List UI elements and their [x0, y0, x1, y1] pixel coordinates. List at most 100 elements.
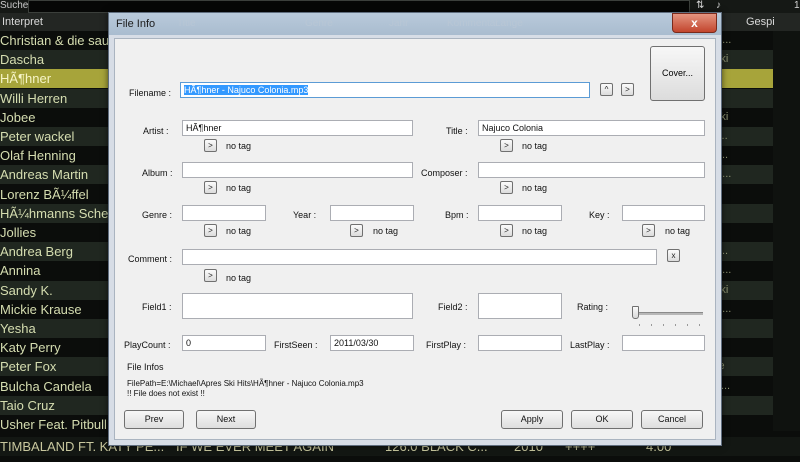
bpm-field[interactable] — [478, 205, 562, 221]
playcount-field[interactable]: 0 — [182, 335, 266, 351]
composer-label: Composer : — [421, 168, 468, 178]
dialog-title: File Info — [116, 18, 156, 30]
column-plays-header[interactable]: Gespi — [746, 13, 775, 31]
close-button[interactable]: x — [672, 13, 717, 33]
album-field[interactable] — [182, 162, 413, 178]
field2-field[interactable] — [478, 293, 562, 319]
album-tag-button[interactable]: > — [204, 181, 217, 194]
rating-tick — [651, 324, 652, 326]
comment-tag-status: no tag — [226, 273, 252, 283]
composer-tag-status: no tag — [522, 183, 548, 193]
right-column-cell: Ski — [713, 281, 773, 300]
right-column-cell: n ... — [713, 168, 732, 181]
year-tag-button[interactable]: > — [350, 224, 363, 237]
chevron-up-icon: ^ — [604, 85, 609, 94]
file-missing-text: !! File does not exist !! — [127, 389, 205, 398]
title-field[interactable]: Najuco Colonia — [478, 120, 705, 136]
rating-slider-track[interactable] — [635, 312, 703, 315]
right-column-cell: ife — [713, 357, 773, 376]
right-column-cell: Ski — [713, 50, 773, 69]
right-column-cell: ... — [713, 338, 773, 357]
artist-name: Annina — [0, 263, 41, 279]
album-tag-status: no tag — [226, 183, 252, 193]
filename-up-button[interactable]: ^ — [600, 83, 613, 96]
bpm-label: Bpm : — [445, 210, 469, 220]
artist-name: Usher Feat. Pitbull — [0, 417, 107, 432]
artist-name: Willi Herren — [0, 90, 68, 106]
rating-tick — [639, 324, 640, 326]
artist-name: HÃ¼hmanns Schen — [0, 205, 108, 221]
rating-tick — [675, 324, 676, 326]
rating-tick — [687, 324, 688, 326]
key-field[interactable] — [622, 205, 705, 221]
clear-icon: x — [671, 251, 676, 260]
composer-tag-button[interactable]: > — [500, 181, 513, 194]
key-tag-status: no tag — [665, 226, 691, 236]
list-scroll-region — [773, 31, 800, 431]
lastplay-field[interactable] — [622, 335, 705, 351]
comment-clear-button[interactable]: x — [667, 249, 680, 262]
genre-tag-status: no tag — [226, 226, 252, 236]
ghost-header-title: Title — [177, 18, 196, 29]
comment-field[interactable] — [182, 249, 657, 265]
album-label: Album : — [142, 168, 173, 178]
title-tag-button[interactable]: > — [500, 139, 513, 152]
artist-name: Sandy K. — [0, 282, 53, 298]
artist-name: Mickie Krause — [0, 301, 82, 317]
right-column-cell: n ... — [713, 34, 732, 46]
artist-field[interactable]: HÃ¶hner — [182, 120, 413, 136]
firstplay-field[interactable] — [478, 335, 562, 351]
column-artist-header[interactable]: Interpret — [2, 13, 43, 31]
bpm-tag-button[interactable]: > — [500, 224, 513, 237]
close-icon: x — [691, 16, 698, 30]
artist-name: Christian & die saub — [0, 33, 108, 48]
artist-name: Jobee — [0, 109, 36, 125]
artist-name: Andrea Berg — [0, 244, 73, 260]
field1-field[interactable] — [182, 293, 413, 319]
filename-label: Filename : — [129, 88, 172, 98]
genre-field[interactable] — [182, 205, 266, 221]
cancel-button[interactable]: Cancel — [641, 410, 703, 429]
dialog-titlebar[interactable]: File Info Title Genre Jahr Kommentar Län… — [109, 13, 721, 35]
filename-value: HÃ¶hner - Najuco Colonia.mp3 — [184, 85, 309, 95]
artist-name: HÃ¶hner — [0, 71, 52, 87]
artist-tag-status: no tag — [226, 141, 252, 151]
filename-field[interactable]: HÃ¶hner - Najuco Colonia.mp3 — [180, 82, 590, 98]
ok-button[interactable]: OK — [571, 410, 633, 429]
artist-name: Peter wackel — [0, 129, 75, 144]
ghost-header-genre: Jahr — [389, 18, 409, 29]
right-column-cell: P... — [713, 242, 773, 261]
playcount-label: PlayCount : — [124, 340, 171, 350]
file-infos-heading: File Infos — [127, 362, 164, 372]
artist-name: Katy Perry — [0, 340, 61, 356]
right-column-cell: c... — [713, 127, 773, 146]
title-label: Title : — [446, 126, 468, 136]
artist-name: Bulcha Candela — [0, 378, 92, 394]
next-button[interactable]: Next — [196, 410, 256, 429]
field2-label: Field2 : — [438, 302, 468, 312]
sort-arrows-icon[interactable]: ⇅ — [696, 0, 704, 12]
artist-tag-button[interactable]: > — [204, 139, 217, 152]
chevron-right-icon: > — [625, 85, 630, 94]
apply-button[interactable]: Apply — [501, 410, 563, 429]
filename-next-button[interactable]: > — [621, 83, 634, 96]
composer-field[interactable] — [478, 162, 705, 178]
prev-button[interactable]: Prev — [124, 410, 184, 429]
file-info-dialog: File Info Title Genre Jahr Kommentar Län… — [108, 12, 722, 446]
artist-name: Dascha — [0, 52, 45, 68]
right-column-cell: P... — [713, 146, 773, 165]
artist-name: Yesha — [0, 321, 36, 336]
artist-label: Artist : — [143, 126, 169, 136]
cover-button[interactable]: Cover... — [650, 46, 705, 101]
rating-slider-thumb[interactable] — [632, 306, 639, 319]
comment-tag-button[interactable]: > — [204, 269, 217, 282]
field1-label: Field1 : — [142, 302, 172, 312]
year-field[interactable] — [330, 205, 414, 221]
right-column-cell: n ... — [713, 264, 732, 277]
bpm-tag-status: no tag — [522, 226, 548, 236]
genre-tag-button[interactable]: > — [204, 224, 217, 237]
track-count: 13 — [794, 0, 800, 11]
firstseen-field[interactable]: 2011/03/30 — [330, 335, 414, 351]
key-tag-button[interactable]: > — [642, 224, 655, 237]
comment-label: Comment : — [128, 254, 173, 264]
